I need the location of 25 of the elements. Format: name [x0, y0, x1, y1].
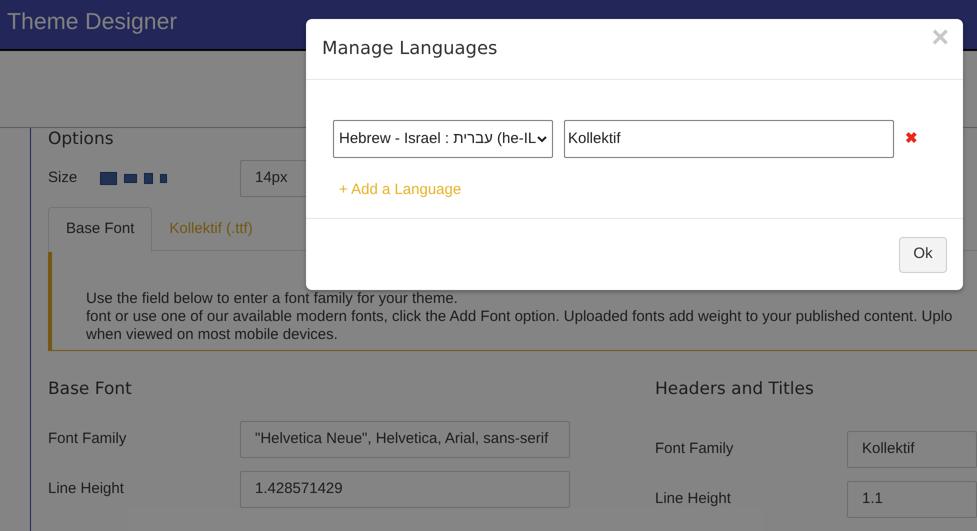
field-label: Font Family — [48, 428, 128, 449]
device-size-icon[interactable] — [100, 172, 117, 184]
device-size-icon[interactable] — [160, 174, 167, 182]
field-label: Font Family — [655, 438, 734, 459]
ok-button[interactable]: Ok — [899, 236, 947, 272]
section-title: Base Font — [48, 378, 133, 401]
section-title: Options — [48, 129, 114, 149]
app-title: Theme Designer — [7, 7, 178, 36]
input-field[interactable]: Kollektif — [847, 430, 977, 468]
size-label: Size — [48, 168, 78, 188]
device-size-icon[interactable] — [144, 172, 153, 184]
section-title: Headers and Titles — [655, 378, 815, 401]
modal-title: Manage Languages — [322, 36, 498, 60]
field-label: Line Height — [655, 488, 732, 509]
chevron-down-icon — [537, 136, 548, 142]
input-field[interactable]: "Helvetica Neue", Helvetica, Arial, sans-serif — [240, 420, 570, 458]
input-field[interactable]: 1.428571429 — [240, 470, 570, 508]
input-field[interactable]: 1.1 — [847, 480, 977, 518]
font-input[interactable]: Kollektif — [564, 120, 894, 158]
notice-text: Use the field below to enter a font family for your theme. font or use one of our available modern fonts, click the Add Font option. Uploaded fonts add weight to your published content. Uplo when viewed on most mobile devices. — [86, 290, 954, 344]
remove-button[interactable]: ✖ — [905, 128, 918, 150]
device-size-icon[interactable] — [124, 174, 137, 182]
language-select[interactable]: Hebrew - Israel : עברית (he-IL — [333, 120, 553, 158]
tab[interactable]: Base Font — [48, 207, 152, 252]
field-label: Line Height — [48, 478, 125, 499]
